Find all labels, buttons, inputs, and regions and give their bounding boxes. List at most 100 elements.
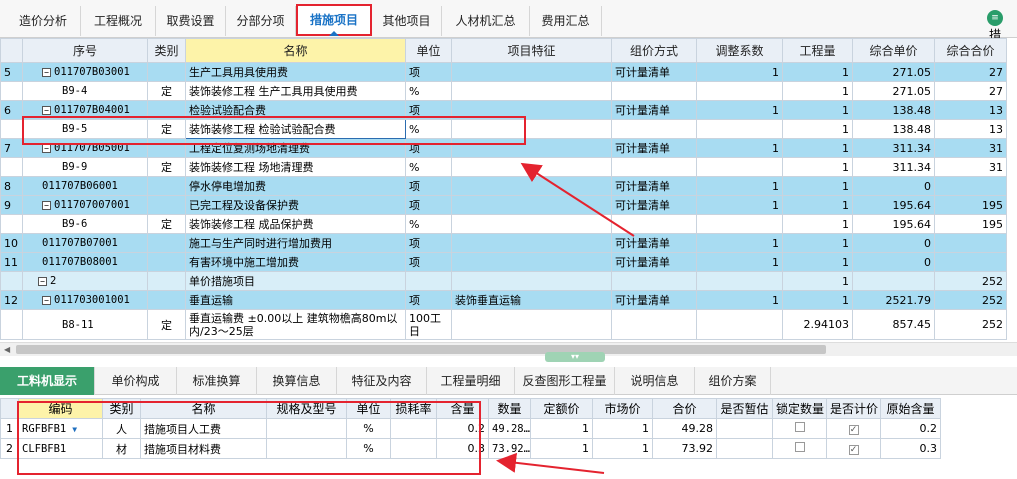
- unit-cell[interactable]: %: [405, 81, 452, 101]
- feature-cell[interactable]: [451, 157, 612, 177]
- bottom-tab-1[interactable]: 工料机显示: [0, 367, 95, 395]
- table-row[interactable]: 5 −011707B03001 生产工具用具使用费 项 可计量清单 1 1 271.05 27: [0, 62, 1007, 82]
- unit-price-cell[interactable]: 0: [852, 233, 935, 253]
- name-cell[interactable]: 有害环境中施工增加费: [185, 252, 406, 272]
- coef-cell[interactable]: [696, 309, 783, 340]
- qty-cell[interactable]: 1: [782, 271, 853, 291]
- feature-cell[interactable]: [451, 195, 612, 215]
- method-cell[interactable]: 可计量清单: [611, 195, 697, 215]
- tab-8[interactable]: 费用汇总: [530, 6, 602, 36]
- type-cell[interactable]: [147, 138, 186, 158]
- bottom-tab-3[interactable]: 标准换算: [177, 367, 257, 395]
- qty-cell[interactable]: 2.94103: [782, 309, 853, 340]
- unit-cell[interactable]: 项: [405, 62, 452, 82]
- resource-priced-cell[interactable]: ✓: [826, 418, 881, 439]
- unit-cell[interactable]: %: [405, 119, 452, 139]
- bottom-tab-8[interactable]: 说明信息: [615, 367, 695, 395]
- code-cell[interactable]: 011707B08001: [22, 252, 148, 272]
- method-cell[interactable]: [611, 119, 697, 139]
- row-index-cell[interactable]: 6: [0, 100, 23, 120]
- resource-spec-cell[interactable]: [266, 438, 347, 459]
- row-index-cell[interactable]: [0, 271, 23, 291]
- table-row[interactable]: 6 −011707B04001 检验试验配合费 项 可计量清单 1 1 138.48 13: [0, 100, 1007, 120]
- main-col-header[interactable]: [0, 38, 23, 63]
- main-col-header[interactable]: 综合单价: [852, 38, 935, 63]
- coef-cell[interactable]: 1: [696, 195, 783, 215]
- name-cell[interactable]: 装饰装修工程 场地清理费: [185, 157, 406, 177]
- type-cell[interactable]: [147, 195, 186, 215]
- total-price-cell[interactable]: 31: [934, 157, 1007, 177]
- type-cell[interactable]: [147, 290, 186, 310]
- type-cell[interactable]: [147, 176, 186, 196]
- feature-cell[interactable]: 装饰垂直运输: [451, 290, 612, 310]
- row-index-cell[interactable]: 12: [0, 290, 23, 310]
- resource-amount-cell[interactable]: 73.92…: [488, 438, 531, 459]
- name-cell[interactable]: 垂直运输费 ±0.00以上 建筑物檐高80m以内/23～25层: [185, 309, 406, 340]
- resource-col-header[interactable]: 类别: [102, 398, 141, 419]
- coef-cell[interactable]: 1: [696, 290, 783, 310]
- table-row[interactable]: B9-4 定 装饰装修工程 生产工具用具使用费% 1 271.05 27: [0, 81, 1007, 101]
- qty-cell[interactable]: 1: [782, 233, 853, 253]
- unit-cell[interactable]: 项: [405, 195, 452, 215]
- main-col-header[interactable]: 综合合价: [934, 38, 1007, 63]
- bottom-tab-5[interactable]: 特征及内容: [337, 367, 427, 395]
- unit-cell[interactable]: 项: [405, 290, 452, 310]
- top-right-tool[interactable]: ≡ 措: [987, 10, 1017, 42]
- resource-col-header[interactable]: 是否暂估: [716, 398, 773, 419]
- total-price-cell[interactable]: [934, 252, 1007, 272]
- unit-price-cell[interactable]: 0: [852, 252, 935, 272]
- type-cell[interactable]: [147, 62, 186, 82]
- unit-price-cell[interactable]: 195.64: [852, 195, 935, 215]
- row-index-cell[interactable]: [0, 119, 23, 139]
- main-col-header[interactable]: 单位: [405, 38, 452, 63]
- code-cell[interactable]: −011707007001: [22, 195, 148, 215]
- resource-orig-cell[interactable]: 0.3: [880, 438, 941, 459]
- tab-4[interactable]: 分部分项: [226, 6, 296, 36]
- coef-cell[interactable]: [696, 81, 783, 101]
- method-cell[interactable]: [611, 81, 697, 101]
- scrollbar-thumb[interactable]: [16, 345, 826, 354]
- scroll-left-icon[interactable]: ◀: [4, 345, 10, 354]
- resource-orig-cell[interactable]: 0.2: [880, 418, 941, 439]
- resource-market-cell[interactable]: 1: [592, 438, 653, 459]
- resource-amount-cell[interactable]: 49.28…: [488, 418, 531, 439]
- unit-price-cell[interactable]: 0: [852, 176, 935, 196]
- name-cell[interactable]: 停水停电增加费: [185, 176, 406, 196]
- panel-splitter-handle[interactable]: ▾▾: [545, 352, 605, 362]
- name-cell[interactable]: 垂直运输: [185, 290, 406, 310]
- name-cell[interactable]: 装饰装修工程 成品保护费: [185, 214, 406, 234]
- total-price-cell[interactable]: 31: [934, 138, 1007, 158]
- total-price-cell[interactable]: 13: [934, 100, 1007, 120]
- collapse-toggle-icon[interactable]: −: [42, 67, 51, 77]
- resource-locked-cell[interactable]: [772, 418, 827, 439]
- row-index-cell[interactable]: 7: [0, 138, 23, 158]
- row-index-cell[interactable]: [0, 81, 23, 101]
- method-cell[interactable]: 可计量清单: [611, 252, 697, 272]
- collapse-toggle-icon[interactable]: −: [42, 105, 51, 115]
- method-cell[interactable]: [611, 157, 697, 177]
- checkbox-checked-icon[interactable]: ✓: [848, 425, 859, 435]
- coef-cell[interactable]: [696, 214, 783, 234]
- feature-cell[interactable]: [451, 119, 612, 139]
- type-cell[interactable]: [147, 100, 186, 120]
- report-icon[interactable]: ≡: [987, 10, 1003, 26]
- resource-type-cell[interactable]: 人: [102, 418, 141, 439]
- method-cell[interactable]: 可计量清单: [611, 62, 697, 82]
- code-cell[interactable]: B9-5: [22, 119, 148, 139]
- tab-5[interactable]: 措施项目: [296, 4, 372, 36]
- qty-cell[interactable]: 1: [782, 119, 853, 139]
- resource-row[interactable]: 1 RGFBFB1 ▼ 人 措施项目人工费% 0.2 49.28… 1 1 49.28 ✓ 0.2: [0, 418, 941, 439]
- unit-cell[interactable]: %: [405, 157, 452, 177]
- coef-cell[interactable]: 1: [696, 233, 783, 253]
- resource-col-header[interactable]: 含量: [436, 398, 489, 419]
- code-cell[interactable]: −011707B05001: [22, 138, 148, 158]
- name-cell[interactable]: 装饰装修工程 检验试验配合费: [185, 119, 406, 139]
- coef-cell[interactable]: 1: [696, 252, 783, 272]
- qty-cell[interactable]: 1: [782, 252, 853, 272]
- unit-price-cell[interactable]: 195.64: [852, 214, 935, 234]
- feature-cell[interactable]: [451, 252, 612, 272]
- resource-code-cell[interactable]: CLFBFB1: [18, 438, 103, 459]
- bottom-tab-6[interactable]: 工程量明细: [427, 367, 515, 395]
- table-row[interactable]: 12 −011703001001 垂直运输 项 装饰垂直运输 可计量清单 1 1 2521.79…: [0, 290, 1007, 310]
- feature-cell[interactable]: [451, 271, 612, 291]
